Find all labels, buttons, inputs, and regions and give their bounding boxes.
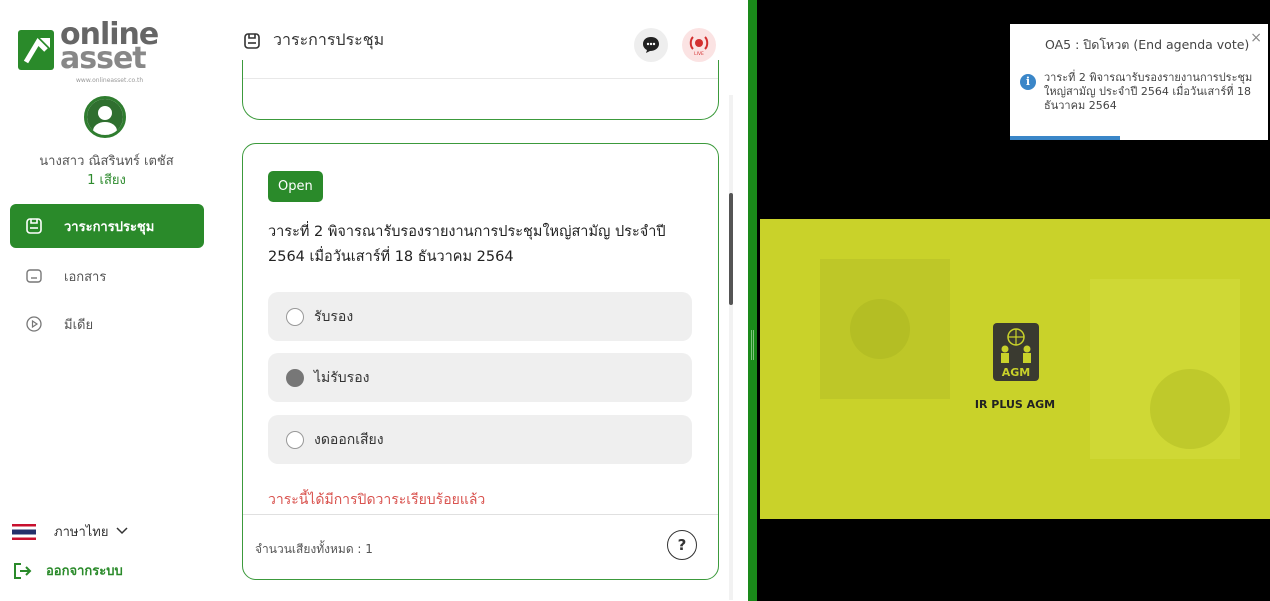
radio-unselected [286,430,304,449]
logout-label: ออกจากระบบ [46,564,123,579]
notification-toast: OA5 : ปิดโหวต (End agenda vote) × i วาระ… [1010,24,1268,140]
scrollbar-track[interactable] [729,95,733,600]
online-asset-logo: online asset www.onlineasset.co.th [16,18,186,84]
agenda-panel: วาระการประชุม LIVE Open วาระที่ 2 พิจารณ… [213,0,748,601]
total-votes: จำนวนเสียงทั้งหมด : 1 [255,542,373,556]
chat-icon [643,37,659,53]
language-label: ภาษาไทย [54,525,109,540]
help-button[interactable]: ? [667,530,697,560]
panel-divider [748,0,757,601]
svg-text:LIVE: LIVE [694,51,704,57]
toast-progress-bar [1010,136,1120,140]
option-label: ไม่รับรอง [314,369,370,386]
resize-handle[interactable] [751,330,754,360]
card-divider [243,514,718,515]
page-title: วาระการประชุม [243,28,384,53]
logo-mark-icon [18,30,54,70]
close-icon[interactable]: × [1250,30,1262,46]
vote-option-disapprove[interactable]: ไม่รับรอง [268,353,692,402]
logo-text-asset: asset [60,41,147,76]
option-label: งดออกเสียง [314,431,384,448]
sidebar-item-label: มีเดีย [64,317,94,333]
agm-logo: AGM [993,323,1039,381]
vote-option-abstain[interactable]: งดออกเสียง [268,415,692,464]
logout-icon [12,561,32,581]
vote-option-approve[interactable]: รับรอง [268,292,692,341]
page-title-text: วาระการประชุม [273,30,385,49]
radio-unselected [286,307,304,326]
toast-title: OA5 : ปิดโหวต (End agenda vote) [1045,37,1250,52]
sidebar-item-label: เอกสาร [64,269,107,285]
previous-agenda-card [242,60,719,120]
status-badge: Open [268,171,323,202]
toast-message: วาระที่ 2 พิจารณารับรองรายงานการประชุมให… [1044,71,1253,112]
logo-url: www.onlineasset.co.th [76,77,144,84]
chat-button[interactable] [634,28,668,62]
info-icon: i [1020,74,1036,90]
live-broadcast-icon: LIVE [689,36,709,57]
radio-selected [286,368,304,387]
thai-flag-icon [12,523,36,540]
live-button[interactable]: LIVE [682,28,716,62]
video-frame: AGM IR PLUS AGM [760,219,1270,519]
agenda-card: Open วาระที่ 2 พิจารณารับรองรายงานการประ… [242,143,719,580]
sidebar: online asset www.onlineasset.co.th นางสา… [0,0,213,601]
language-selector[interactable]: ภาษาไทย [12,521,128,542]
agenda-question: วาระที่ 2 พิจารณารับรองรายงานการประชุมให… [268,224,666,265]
agenda-icon [24,216,44,236]
play-icon [24,314,44,334]
agenda-closed-message: วาระนี้ได้มีการปิดวาระเรียบร้อยแล้ว [268,492,486,508]
agm-logo-label: IR PLUS AGM [974,398,1056,411]
avatar[interactable] [84,96,126,138]
folder-icon [24,266,44,286]
user-votes: 1 เสียง [87,173,126,188]
sidebar-item-media[interactable]: มีเดีย [10,302,204,346]
user-name: นางสาว ณิสรินทร์ เตชัส [39,154,174,169]
chevron-down-icon [116,524,128,539]
option-label: รับรอง [314,308,354,325]
logout-button[interactable]: ออกจากระบบ [12,560,123,581]
agm-logo-badge: AGM [1002,366,1031,379]
agm-people-globe-icon: AGM [1001,328,1031,379]
sidebar-item-documents[interactable]: เอกสาร [10,254,204,298]
sidebar-item-agenda[interactable]: วาระการประชุม [10,204,204,248]
question-mark-icon: ? [677,536,687,554]
user-avatar-icon [87,99,123,135]
sidebar-item-label: วาระการประชุม [64,219,155,235]
scrollbar-thumb[interactable] [729,193,733,305]
agenda-icon [243,32,261,50]
